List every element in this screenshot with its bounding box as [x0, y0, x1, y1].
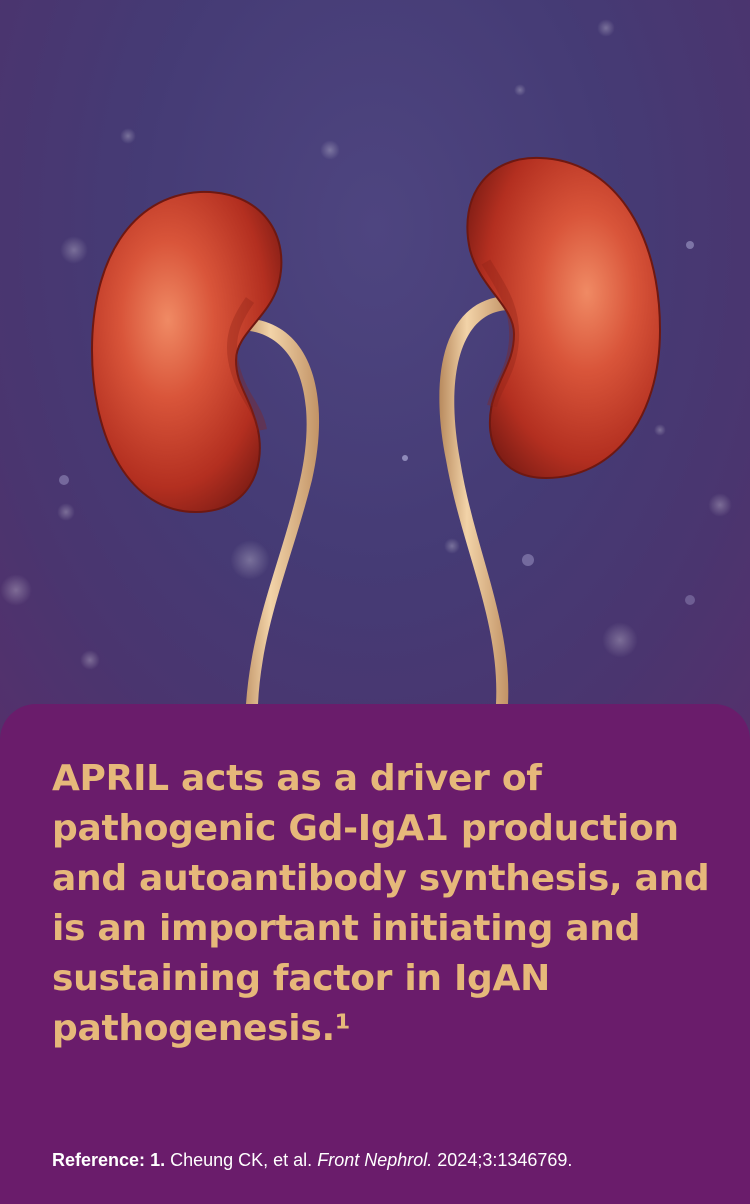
right-ureter [439, 296, 509, 704]
hero-illustration [0, 0, 750, 760]
left-ureter [238, 318, 320, 704]
reference-number: 1. [150, 1150, 166, 1170]
reference-authors: Cheung CK, et al. [170, 1150, 313, 1170]
headline-text: APRIL acts as a driver of pathogenic Gd-… [52, 758, 710, 1049]
reference-text: Reference: 1. Cheung CK, et al. Front Ne… [52, 1149, 712, 1171]
reference-journal: Front Nephrol. [317, 1150, 433, 1170]
kidneys-illustration [0, 19, 732, 704]
left-kidney [90, 190, 283, 514]
page: APRIL acts as a driver of pathogenic Gd-… [0, 0, 750, 1204]
right-kidney [466, 156, 662, 480]
reference-citation: 2024;3:1346769. [437, 1150, 573, 1170]
reference-label: Reference: [52, 1150, 146, 1170]
